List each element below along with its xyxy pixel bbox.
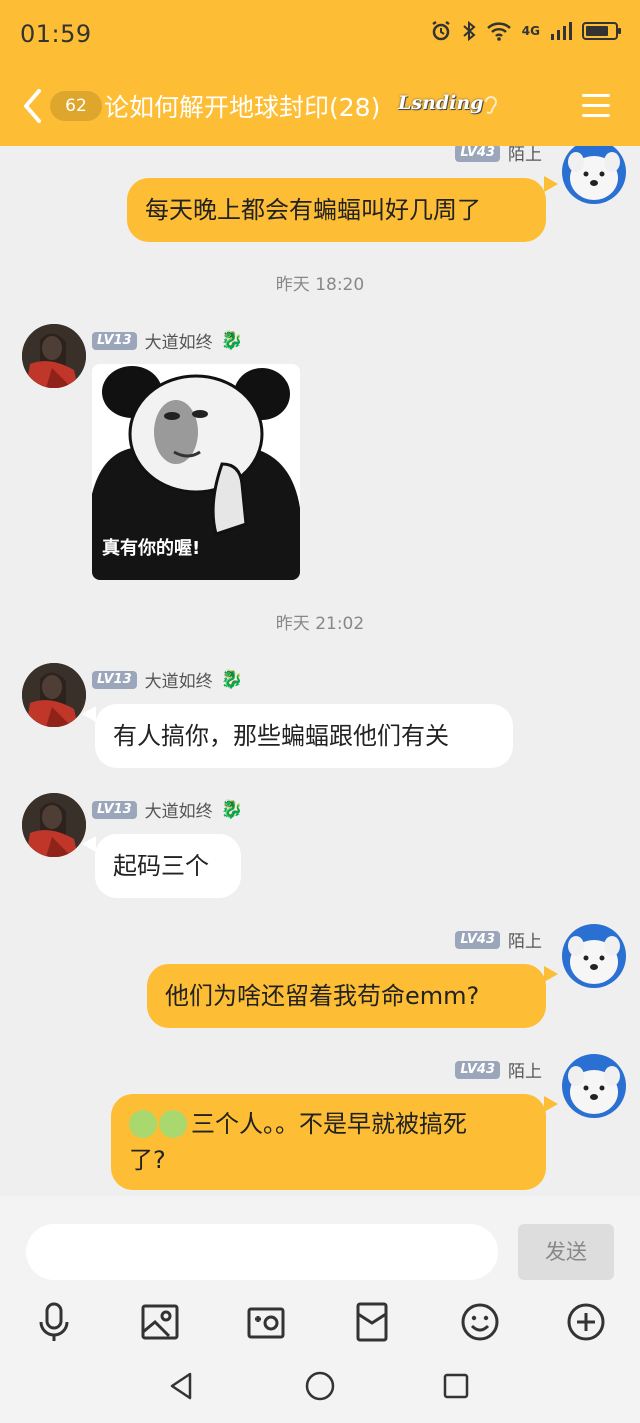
sender-name: 大道如终 bbox=[144, 802, 213, 822]
message-bubble[interactable]: 他们为啥还留着我苟命emm? bbox=[147, 964, 546, 1028]
avatar[interactable] bbox=[22, 793, 86, 857]
back-arrow-icon[interactable] bbox=[22, 88, 42, 124]
medal-icon: 🐉 bbox=[220, 330, 244, 351]
sender-line: LV43 陌上 bbox=[455, 1057, 542, 1082]
message-text-line1: 三个人。。不是早就被搞死 bbox=[191, 1110, 467, 1138]
unread-badge[interactable]: 62 bbox=[50, 91, 102, 121]
chat-area[interactable]: LV43 陌上 每天晚上都会有蝙蝠叫好几周了 昨天 18:20 LV13 大道如… bbox=[0, 146, 640, 1196]
bubble-tail bbox=[544, 966, 558, 982]
message-bubble[interactable]: 有人搞你，那些蝙蝠跟他们有关 bbox=[95, 704, 513, 768]
input-bar: 发送 bbox=[0, 1196, 640, 1423]
sticker-caption: 真有你的喔! bbox=[102, 538, 201, 559]
network-label: 4G bbox=[521, 24, 540, 38]
message-bubble[interactable]: 每天晚上都会有蝙蝠叫好几周了 bbox=[127, 178, 546, 242]
ear-icon[interactable] bbox=[483, 94, 499, 116]
message-text: 他们为啥还留着我苟命emm? bbox=[165, 982, 480, 1010]
level-badge: LV13 bbox=[92, 800, 137, 819]
sender-name: 大道如终 bbox=[144, 672, 213, 692]
mic-icon[interactable] bbox=[32, 1300, 76, 1344]
avatar[interactable] bbox=[562, 924, 626, 988]
camera-icon[interactable] bbox=[244, 1300, 288, 1344]
battery-icon bbox=[582, 22, 621, 40]
message-input[interactable] bbox=[26, 1224, 498, 1280]
status-icons: 4G bbox=[430, 20, 621, 42]
avatar[interactable] bbox=[22, 324, 86, 388]
image-icon[interactable] bbox=[138, 1300, 182, 1344]
bluetooth-icon bbox=[463, 20, 476, 42]
red-packet-icon[interactable] bbox=[350, 1300, 394, 1344]
message-text-line2: 了? bbox=[129, 1146, 166, 1174]
sender-line: LV13 大道如终 🐉 bbox=[92, 797, 243, 822]
message-bubble[interactable]: 三个人。。不是早就被搞死 了? bbox=[111, 1094, 546, 1190]
nav-back-icon[interactable] bbox=[166, 1370, 198, 1402]
bubble-tail bbox=[544, 1096, 558, 1112]
level-badge: LV43 bbox=[455, 930, 500, 949]
emoji-icon bbox=[159, 1110, 187, 1138]
sender-line: LV13 大道如终 🐉 bbox=[92, 328, 243, 353]
title-logo: Lsnding bbox=[398, 92, 484, 114]
plus-icon[interactable] bbox=[564, 1300, 608, 1344]
nav-home-icon[interactable] bbox=[304, 1370, 336, 1402]
level-badge: LV13 bbox=[92, 670, 137, 689]
level-badge: LV43 bbox=[455, 1060, 500, 1079]
avatar[interactable] bbox=[22, 663, 86, 727]
message-bubble[interactable]: 起码三个 bbox=[95, 834, 241, 898]
sticker-image[interactable]: 真有你的喔! bbox=[92, 364, 300, 580]
timestamp: 昨天 18:20 bbox=[275, 275, 365, 295]
avatar[interactable] bbox=[562, 146, 626, 204]
wifi-icon bbox=[486, 22, 511, 41]
avatar[interactable] bbox=[562, 1054, 626, 1118]
nav-recents-icon[interactable] bbox=[440, 1370, 472, 1402]
header-bar: 01:59 4G 62 论如何解开地球封印(28) Lsnding bbox=[0, 0, 640, 146]
status-time: 01:59 bbox=[20, 20, 92, 48]
sender-line: LV43 陌上 bbox=[455, 927, 542, 952]
signal-icon bbox=[551, 22, 572, 40]
bubble-tail bbox=[544, 176, 558, 192]
sender-name: 大道如终 bbox=[144, 333, 213, 353]
message-text: 有人搞你，那些蝙蝠跟他们有关 bbox=[113, 722, 449, 750]
emoji-icon bbox=[129, 1110, 157, 1138]
sender-name: 陌上 bbox=[508, 146, 542, 165]
level-badge: LV13 bbox=[92, 331, 137, 350]
alarm-icon bbox=[432, 20, 450, 41]
level-badge: LV43 bbox=[455, 146, 500, 162]
send-button[interactable]: 发送 bbox=[518, 1224, 614, 1280]
message-text: 起码三个 bbox=[113, 852, 209, 880]
medal-icon: 🐉 bbox=[220, 669, 244, 690]
menu-icon[interactable] bbox=[582, 94, 610, 118]
sender-name: 陌上 bbox=[508, 1062, 542, 1082]
timestamp: 昨天 21:02 bbox=[275, 614, 365, 634]
bubble-tail bbox=[82, 836, 96, 852]
sender-line: LV13 大道如终 🐉 bbox=[92, 667, 243, 692]
medal-icon: 🐉 bbox=[220, 799, 244, 820]
bubble-tail bbox=[82, 706, 96, 722]
chat-title: 论如何解开地球封印(28) bbox=[104, 93, 381, 122]
sender-name: 陌上 bbox=[508, 932, 542, 952]
message-text: 每天晚上都会有蝙蝠叫好几周了 bbox=[145, 196, 481, 224]
emoji-icon[interactable] bbox=[458, 1300, 502, 1344]
sender-line: LV43 陌上 bbox=[455, 146, 542, 165]
